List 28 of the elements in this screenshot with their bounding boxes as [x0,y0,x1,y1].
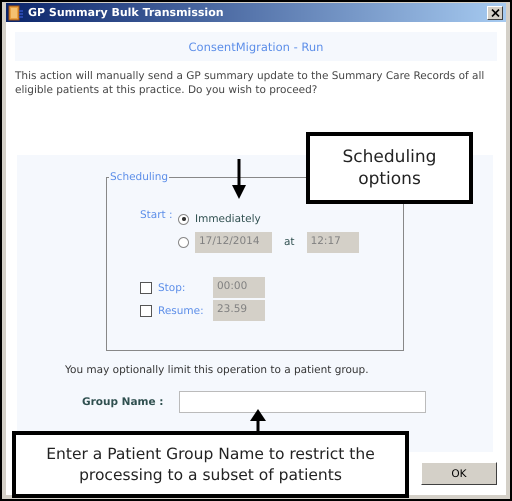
ok-button[interactable]: OK [421,462,497,485]
group-legend: Scheduling [109,171,170,183]
start-label: Start : [140,209,174,223]
time-field[interactable]: 12:17 [306,232,359,252]
time-field[interactable]: 00:00 [213,277,265,298]
radio-button[interactable] [178,214,189,224]
date-field[interactable]: 17/12/2014 [195,232,272,252]
close-icon [490,8,500,16]
time-field[interactable]: 23.59 [213,300,265,321]
checkbox-label: Resume: [158,304,205,316]
arrow-icon [232,159,246,199]
arrow-icon [250,409,266,433]
radio-label: Immediately [195,213,261,225]
at-label: at [284,236,295,248]
group-name-field[interactable] [179,391,426,413]
message-text: This action will manually send a GP summary update to the Summary Care Records of all eligible patients at this practice. Do you wish to proceed? [15,69,486,97]
callout-box: Scheduling options [306,132,473,204]
checkbox[interactable] [140,304,152,316]
callout-box: Enter a Patient Group Name to restrict the processing to a subset of patients [12,431,409,498]
app-icon [8,4,24,20]
checkbox[interactable] [140,282,152,294]
checkbox-label: Stop: [158,282,186,294]
hint-text: You may optionally limit this operation to a patient group. [65,364,370,376]
close-button[interactable] [487,6,503,20]
field-label: Group Name : [82,396,164,408]
window-title: GP Summary Bulk Transmission [28,6,225,19]
radio-button[interactable] [178,236,189,248]
header-title: ConsentMigration - Run [188,40,324,54]
